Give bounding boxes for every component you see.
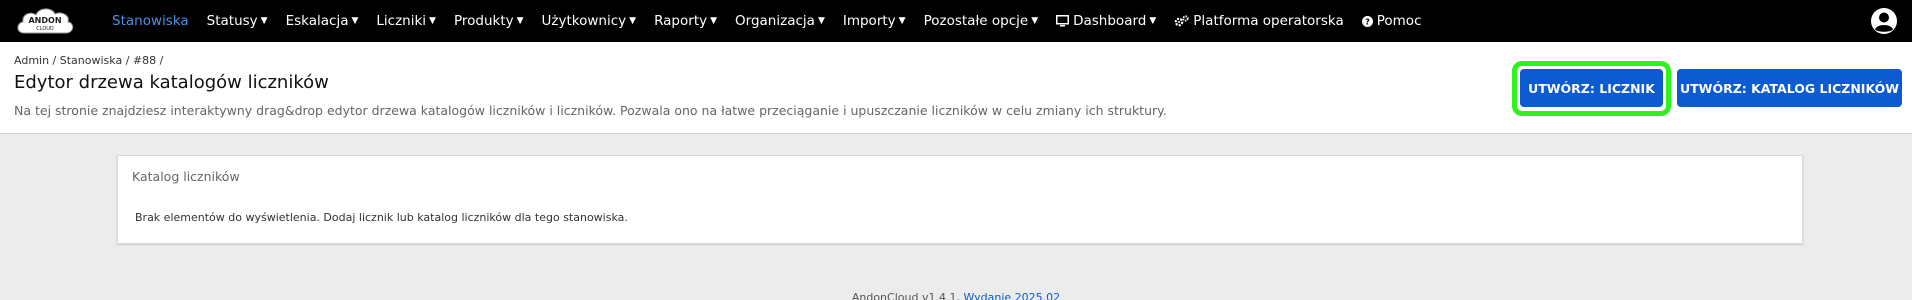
nav-item-label: Produkty bbox=[453, 13, 514, 29]
nav-item-organizacja[interactable]: Organizacja ▼ bbox=[735, 13, 825, 29]
caret-down-icon: ▼ bbox=[351, 16, 359, 26]
nav-item-importy[interactable]: Importy ▼ bbox=[843, 13, 906, 29]
nav-item-label: Raporty bbox=[654, 13, 708, 29]
monitor-icon bbox=[1056, 15, 1070, 27]
nav-item-label: Pomoc bbox=[1376, 13, 1422, 29]
page-title: Edytor drzewa katalogów liczników bbox=[14, 72, 329, 93]
nav-item-użytkownicy[interactable]: Użytkownicy ▼ bbox=[542, 13, 637, 29]
nav-item-label: Dashboard bbox=[1073, 13, 1147, 29]
andon-cloud-logo[interactable]: ANDON CLOUD bbox=[14, 3, 76, 39]
nav-item-dashboard[interactable]: Dashboard ▼ bbox=[1056, 13, 1156, 29]
nav-item-label: Liczniki bbox=[376, 13, 427, 29]
caret-down-icon: ▼ bbox=[516, 16, 524, 26]
version-text: AndonCloud v1.4.1, bbox=[851, 291, 960, 300]
nav-item-liczniki[interactable]: Liczniki ▼ bbox=[376, 13, 436, 29]
caret-down-icon: ▼ bbox=[898, 16, 906, 26]
main-menu: Stanowiska Statusy ▼ Eskalacja ▼ Liczniki ▼ Pro… bbox=[103, 0, 1431, 42]
breadcrumb[interactable]: Admin / Stanowiska / #88 / bbox=[14, 54, 163, 67]
caret-down-icon: ▼ bbox=[817, 16, 825, 26]
nav-item-label: Pozostałe opcje bbox=[923, 13, 1029, 29]
footer: AndonCloud v1.4.1, Wydanie 2025.02 bbox=[0, 291, 1912, 300]
nav-item-label: Statusy bbox=[206, 13, 258, 29]
caret-down-icon: ▼ bbox=[710, 16, 718, 26]
nav-item-label: Stanowiska bbox=[112, 13, 189, 29]
caret-down-icon: ▼ bbox=[1031, 16, 1039, 26]
nav-item-pozostałe-opcje[interactable]: Pozostałe opcje ▼ bbox=[924, 13, 1039, 29]
caret-down-icon: ▼ bbox=[260, 16, 268, 26]
nav-item-produkty[interactable]: Produkty ▼ bbox=[454, 13, 524, 29]
create-counter-catalog-button[interactable]: UTWÓRZ: KATALOG LICZNIKÓW bbox=[1677, 69, 1902, 107]
caret-down-icon: ▼ bbox=[429, 16, 436, 26]
page-description: Na tej stronie znajdziesz interaktywny d… bbox=[14, 103, 1167, 118]
top-navbar: ANDON CLOUD Stanowiska Statusy ▼ Eskalacja ▼… bbox=[0, 0, 1912, 42]
svg-text:?: ? bbox=[1365, 17, 1370, 26]
svg-text:ANDON: ANDON bbox=[28, 16, 61, 25]
empty-state-message: Brak elementów do wyświetlenia. Dodaj li… bbox=[135, 211, 628, 224]
nav-item-label: Organizacja bbox=[735, 13, 815, 29]
caret-down-icon: ▼ bbox=[1149, 16, 1157, 26]
nav-item-label: Importy bbox=[842, 13, 896, 29]
caret-down-icon: ▼ bbox=[629, 16, 637, 26]
panel-title: Katalog liczników bbox=[132, 169, 240, 184]
counter-catalog-panel: Katalog liczników Brak elementów do wyśw… bbox=[117, 155, 1803, 244]
nav-item-eskalacja[interactable]: Eskalacja ▼ bbox=[286, 13, 359, 29]
help-icon: ? bbox=[1361, 15, 1373, 27]
nav-item-label: Eskalacja bbox=[285, 13, 349, 29]
nav-item-raporty[interactable]: Raporty ▼ bbox=[654, 13, 717, 29]
release-link[interactable]: Wydanie 2025.02 bbox=[963, 291, 1060, 300]
nav-item-pomoc[interactable]: ? Pomoc bbox=[1361, 13, 1422, 29]
cogs-icon bbox=[1174, 15, 1189, 27]
nav-item-label: Platforma operatorska bbox=[1193, 13, 1344, 29]
svg-text:CLOUD: CLOUD bbox=[36, 26, 54, 32]
nav-item-label: Użytkownicy bbox=[541, 13, 627, 29]
nav-item-stanowiska[interactable]: Stanowiska bbox=[112, 13, 189, 29]
user-account-icon[interactable] bbox=[1870, 7, 1898, 35]
create-counter-button[interactable]: UTWÓRZ: LICZNIK bbox=[1520, 69, 1663, 107]
nav-item-statusy[interactable]: Statusy ▼ bbox=[207, 13, 268, 29]
nav-item-platforma-operatorska[interactable]: Platforma operatorska bbox=[1174, 13, 1344, 29]
